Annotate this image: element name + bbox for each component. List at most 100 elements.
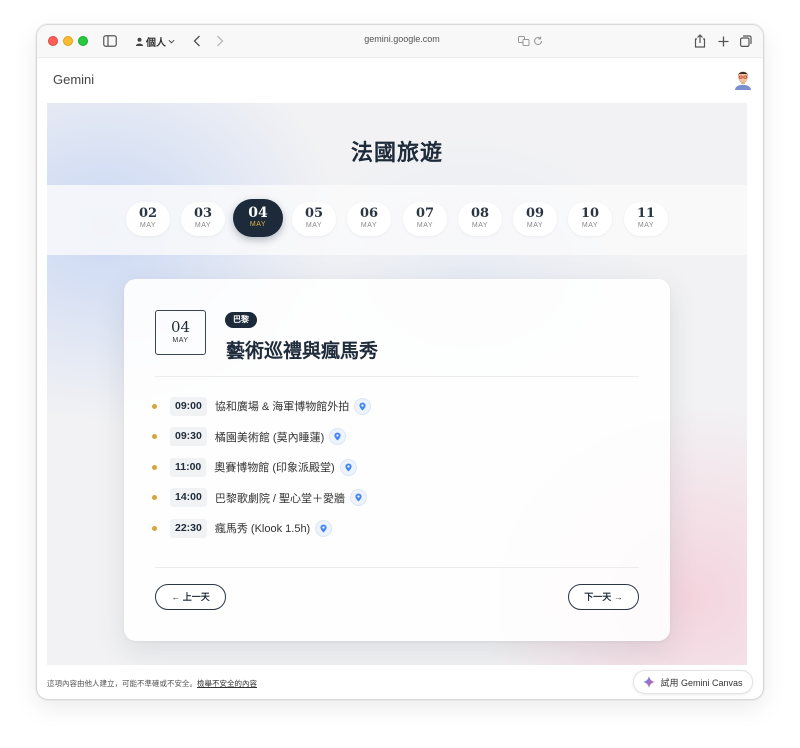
avatar[interactable]: [732, 68, 754, 90]
bullet-dot: [152, 403, 157, 409]
share-icon: [694, 34, 706, 48]
schedule-item: 14:00 巴黎歌劇院 / 聖心堂＋愛牆: [152, 487, 632, 509]
day-number: 03: [193, 206, 213, 221]
schedule-item: 11:00 奧賽博物館 (印象派殿堂): [152, 456, 632, 478]
day-month: MAY: [139, 222, 157, 229]
day-month: MAY: [581, 222, 599, 229]
browser-window: 個人 gemini.google.com Gemini 法國旅遊 02 MAY …: [36, 24, 764, 700]
translate-reload-controls[interactable]: [517, 32, 543, 50]
app-header: Gemini: [37, 58, 763, 102]
day-number: 10: [580, 206, 600, 221]
plus-icon: [718, 36, 728, 46]
profile-menu-button[interactable]: 個人: [133, 32, 177, 50]
day-number: 06: [359, 206, 379, 221]
activity-text: 巴黎歌劇院 / 聖心堂＋愛牆: [214, 492, 346, 505]
map-pin-icon: [334, 432, 341, 441]
bullet-dot: [152, 434, 157, 439]
activity-text: 奧賽博物館 (印象派殿堂): [214, 462, 335, 474]
report-unsafe-link[interactable]: 檢舉不安全的內容: [197, 679, 257, 688]
day-number: 09: [525, 206, 545, 221]
new-tab-button[interactable]: [716, 32, 730, 50]
chevron-right-icon: [217, 35, 224, 47]
bullet-dot: [152, 495, 157, 500]
day-month: MAY: [416, 222, 434, 229]
day-title: 藝術巡禮與瘋馬秀: [226, 340, 379, 362]
browser-toolbar: 個人 gemini.google.com: [37, 25, 763, 58]
day-card: 04 MAY 巴黎 藝術巡禮與瘋馬秀 09:00 協和廣場 & 海軍博物館外拍 …: [124, 279, 670, 641]
map-pin-icon: [355, 493, 362, 502]
day-number: 07: [415, 206, 435, 221]
translate-icon: [517, 36, 529, 46]
sidebar-toggle-button[interactable]: [101, 32, 119, 50]
city-badge: 巴黎: [225, 312, 257, 328]
map-pin-button[interactable]: [350, 489, 368, 506]
map-pin-button[interactable]: [329, 428, 347, 445]
time-tag: 11:00: [170, 457, 207, 477]
share-button[interactable]: [693, 32, 707, 50]
map-pin-icon: [345, 463, 352, 471]
map-pin-icon: [359, 402, 366, 410]
close-window-button[interactable]: [48, 36, 58, 46]
gemini-sparkle-icon: [643, 676, 656, 688]
schedule-item: 09:30 橘園美術館 (莫內睡蓮): [152, 426, 632, 448]
day-pill-02[interactable]: 02 MAY: [126, 202, 170, 236]
date-number: 04: [170, 318, 191, 336]
map-pin-button[interactable]: [315, 519, 333, 537]
forward-button[interactable]: [213, 32, 227, 50]
time-tag: 14:00: [170, 488, 207, 507]
day-pill-11[interactable]: 11 MAY: [624, 202, 668, 236]
day-pill-06[interactable]: 06 MAY: [347, 202, 391, 236]
bullet-dot: [152, 525, 157, 531]
chevron-down-icon: [168, 39, 175, 44]
day-month: MAY: [249, 221, 267, 228]
map-pin-button[interactable]: [339, 458, 357, 476]
person-icon: [135, 37, 144, 46]
day-month: MAY: [305, 222, 323, 229]
map-pin-icon: [320, 524, 327, 532]
app-title: Gemini: [53, 72, 95, 87]
day-selector: 02 MAY 03 MAY 04 MAY 05 MAY 06 MAY 07 MAY 08 MA…: [47, 185, 747, 255]
day-pill-03[interactable]: 03 MAY: [181, 202, 225, 236]
time-tag: 09:30: [170, 427, 207, 446]
canvas-button-label: 試用 Gemini Canvas: [660, 677, 743, 688]
day-pill-10[interactable]: 10 MAY: [568, 202, 612, 236]
day-pill-07[interactable]: 07 MAY: [403, 202, 447, 236]
next-day-button[interactable]: 下一天 →: [568, 584, 639, 610]
disclaimer-text: 這項內容由他人建立，可能不準確或不安全。: [47, 679, 197, 688]
day-pill-08[interactable]: 08 MAY: [458, 202, 502, 236]
back-button[interactable]: [190, 32, 204, 50]
day-number: 02: [138, 206, 158, 221]
disclaimer: 這項內容由他人建立，可能不準確或不安全。檢舉不安全的內容: [47, 678, 257, 689]
day-number: 05: [304, 206, 324, 221]
schedule-item: 09:00 協和廣場 & 海軍博物館外拍: [152, 395, 632, 417]
try-gemini-canvas-button[interactable]: 試用 Gemini Canvas: [633, 670, 753, 694]
address-bar[interactable]: gemini.google.com: [337, 34, 467, 44]
day-month: MAY: [526, 222, 544, 229]
activity-text: 瘋馬秀 (Klook 1.5h): [214, 523, 311, 535]
profile-label: 個人: [146, 37, 166, 49]
bullet-dot: [152, 464, 157, 470]
day-pill-04-active[interactable]: 04 MAY: [233, 199, 283, 237]
day-number: 11: [636, 206, 656, 221]
date-box: 04 MAY: [155, 310, 206, 355]
day-pill-09[interactable]: 09 MAY: [513, 202, 557, 236]
trip-title: 法國旅遊: [350, 140, 443, 166]
map-pin-button[interactable]: [354, 397, 372, 415]
time-tag: 09:00: [170, 396, 207, 416]
day-pill-05[interactable]: 05 MAY: [292, 202, 336, 236]
tab-overview-button[interactable]: [739, 32, 753, 50]
tabs-icon: [740, 35, 752, 47]
minimize-window-button[interactable]: [63, 36, 73, 46]
sidebar-icon: [103, 35, 117, 47]
day-number: 08: [470, 206, 490, 221]
zoom-window-button[interactable]: [78, 36, 88, 46]
activity-text: 協和廣場 & 海軍博物館外拍: [214, 401, 350, 413]
day-number: 04: [248, 205, 268, 221]
user-avatar-icon: [735, 71, 751, 90]
divider: [155, 376, 639, 377]
day-month: MAY: [471, 222, 489, 229]
previous-day-button[interactable]: ← 上一天: [155, 584, 226, 610]
schedule-list: 09:00 協和廣場 & 海軍博物館外拍 09:30 橘園美術館 (莫內睡蓮) …: [152, 395, 632, 548]
canvas-preview: 法國旅遊 02 MAY 03 MAY 04 MAY 05 MAY 06 MAY 07 MAY…: [47, 103, 747, 665]
day-month: MAY: [194, 222, 212, 229]
